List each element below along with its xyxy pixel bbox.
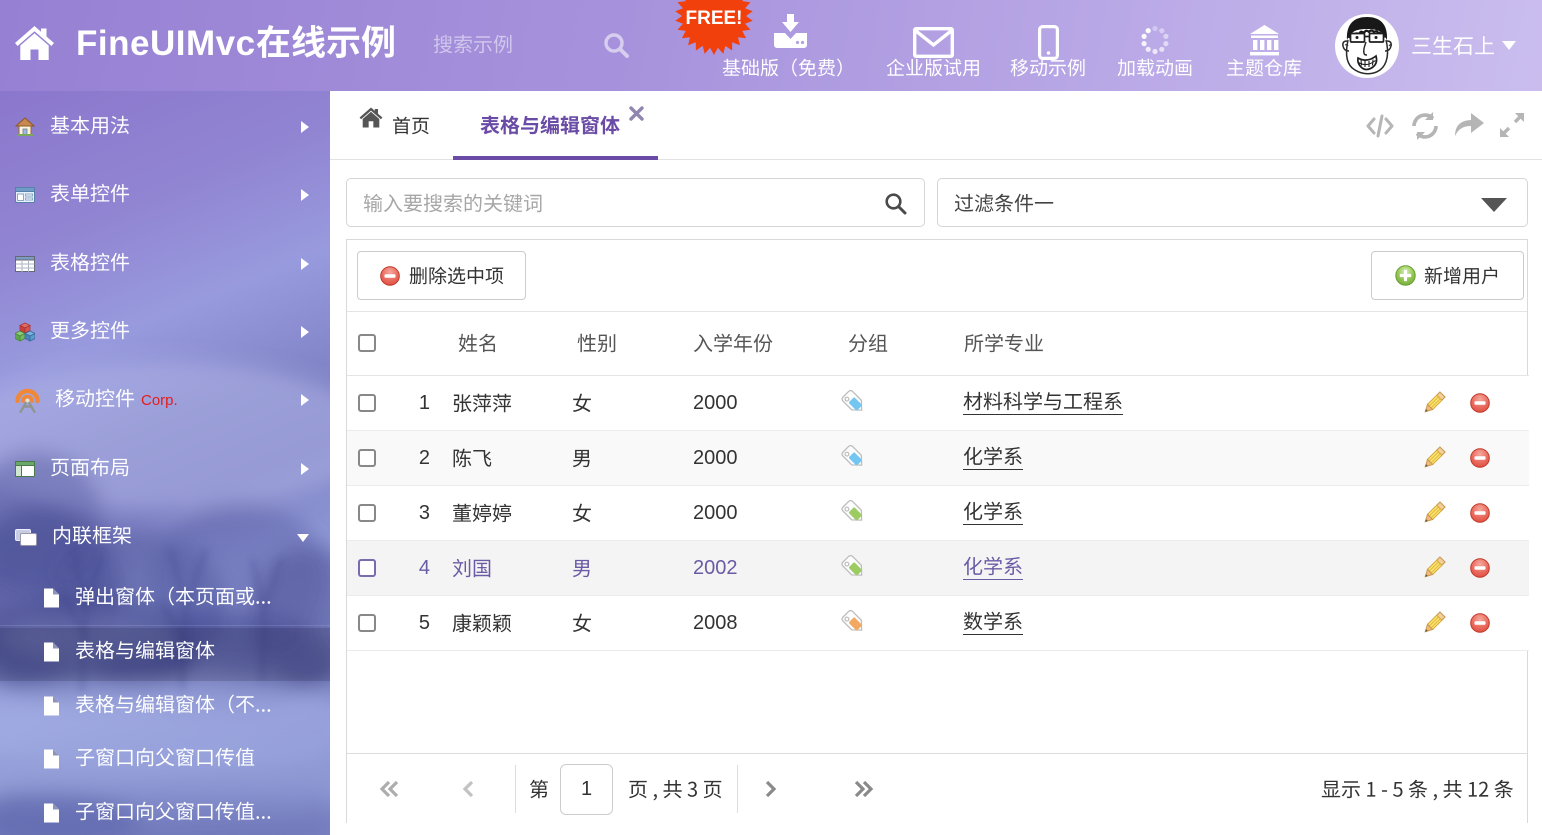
svg-text:FREE!: FREE! xyxy=(686,8,743,29)
